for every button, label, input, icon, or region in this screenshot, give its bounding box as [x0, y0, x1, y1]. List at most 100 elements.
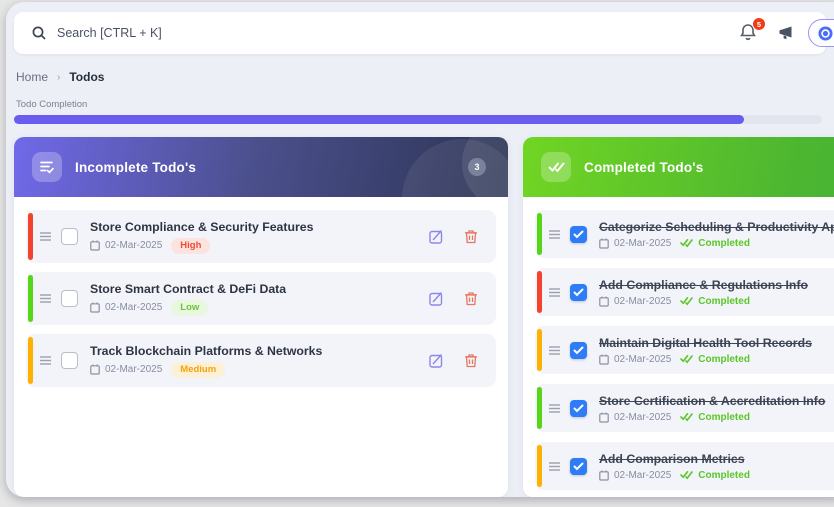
progress-label: Todo Completion — [16, 99, 87, 110]
todo-checkbox-checked[interactable] — [570, 400, 587, 417]
todo-title: Store Smart Contract & DeFi Data — [90, 282, 429, 296]
drag-handle-icon[interactable] — [549, 230, 560, 239]
completed-todos-panel: Completed Todo's Categorize Scheduling &… — [523, 137, 834, 497]
todo-checkbox[interactable] — [61, 352, 78, 369]
todo-date: 02-Mar-2025 — [105, 364, 162, 375]
announcements-button[interactable] — [776, 24, 794, 47]
notifications-button[interactable]: 5 — [738, 22, 760, 44]
incomplete-panel-header: Incomplete Todo's 3 — [14, 137, 508, 197]
priority-badge: Medium — [171, 362, 225, 378]
completed-check-icon — [680, 296, 693, 306]
currency-switcher-button[interactable] — [808, 19, 834, 47]
calendar-icon — [599, 296, 609, 307]
completed-status-label: Completed — [698, 470, 750, 481]
edit-button[interactable] — [429, 229, 444, 244]
todo-progress-fill — [14, 115, 744, 124]
todo-content: Track Blockchain Platforms & Networks 02… — [90, 344, 429, 378]
search-input[interactable]: Search [CTRL + K] — [57, 12, 162, 54]
todo-content: Store Smart Contract & DeFi Data 02-Mar-… — [90, 282, 429, 316]
completed-panel-title: Completed Todo's — [584, 160, 703, 175]
todo-date: 02-Mar-2025 — [614, 238, 671, 249]
breadcrumb: Home › Todos — [16, 70, 104, 84]
todo-checkbox-checked[interactable] — [570, 342, 587, 359]
calendar-icon — [90, 240, 100, 251]
drag-handle-icon[interactable] — [40, 232, 51, 241]
breadcrumb-current: Todos — [69, 70, 104, 84]
drag-handle-icon[interactable] — [40, 294, 51, 303]
drag-handle-icon[interactable] — [549, 346, 560, 355]
todo-checkbox-checked[interactable] — [570, 458, 587, 475]
calendar-icon — [599, 412, 609, 423]
todo-date: 02-Mar-2025 — [614, 354, 671, 365]
completed-panel-header: Completed Todo's — [523, 137, 834, 197]
todo-row: Store Compliance & Security Features 02-… — [26, 210, 496, 263]
calendar-icon — [599, 238, 609, 249]
completed-check-icon — [680, 238, 693, 248]
todo-row: Store Certification & Accreditation Info… — [535, 384, 834, 432]
todo-title: Categorize Scheduling & Productivity App… — [599, 220, 834, 234]
priority-accent-bar — [28, 275, 33, 322]
todo-date: 02-Mar-2025 — [614, 470, 671, 481]
todo-title: Maintain Digital Health Tool Records — [599, 336, 834, 350]
todo-title: Add Compliance & Regulations Info — [599, 278, 834, 292]
drag-handle-icon[interactable] — [549, 288, 560, 297]
completed-status-label: Completed — [698, 412, 750, 423]
drag-handle-icon[interactable] — [40, 356, 51, 365]
todo-row: Categorize Scheduling & Productivity App… — [535, 210, 834, 258]
todo-row: Store Smart Contract & DeFi Data 02-Mar-… — [26, 272, 496, 325]
calendar-icon — [599, 354, 609, 365]
incomplete-count-badge: 3 — [468, 158, 486, 176]
edit-button[interactable] — [429, 353, 444, 368]
todo-content: Categorize Scheduling & Productivity App… — [599, 220, 834, 249]
todo-content: Add Comparison Metrics 02-Mar-2025 Compl… — [599, 452, 834, 481]
todo-title: Track Blockchain Platforms & Networks — [90, 344, 429, 358]
todo-content: Store Compliance & Security Features 02-… — [90, 220, 429, 254]
calendar-icon — [599, 470, 609, 481]
todo-date: 02-Mar-2025 — [614, 412, 671, 423]
completed-check-icon — [680, 470, 693, 480]
double-check-icon — [541, 152, 571, 182]
priority-badge: Low — [171, 300, 208, 316]
delete-button[interactable] — [464, 229, 478, 244]
completed-check-icon — [680, 354, 693, 364]
breadcrumb-home-link[interactable]: Home — [16, 70, 48, 84]
search-icon — [31, 25, 47, 46]
todo-progress-bar — [14, 115, 822, 124]
notification-count-badge: 5 — [752, 17, 766, 31]
delete-button[interactable] — [464, 291, 478, 306]
calendar-icon — [90, 302, 100, 313]
todo-row: Maintain Digital Health Tool Records 02-… — [535, 326, 834, 374]
drag-handle-icon[interactable] — [549, 462, 560, 471]
edit-button[interactable] — [429, 291, 444, 306]
priority-accent-bar — [537, 271, 542, 313]
todo-checkbox-checked[interactable] — [570, 226, 587, 243]
currency-icon — [817, 25, 834, 42]
todo-title: Store Certification & Accreditation Info — [599, 394, 834, 408]
todo-checkbox[interactable] — [61, 228, 78, 245]
incomplete-todos-panel: Incomplete Todo's 3 Store Compliance & S… — [14, 137, 508, 497]
todo-title: Store Compliance & Security Features — [90, 220, 429, 234]
completed-status-label: Completed — [698, 354, 750, 365]
breadcrumb-separator: › — [57, 72, 60, 83]
todo-checkbox[interactable] — [61, 290, 78, 307]
priority-accent-bar — [537, 213, 542, 255]
search-bar[interactable]: Search [CTRL + K] 5 — [14, 12, 826, 54]
delete-button[interactable] — [464, 353, 478, 368]
priority-accent-bar — [537, 387, 542, 429]
todo-content: Maintain Digital Health Tool Records 02-… — [599, 336, 834, 365]
list-check-icon — [32, 152, 62, 182]
todo-checkbox-checked[interactable] — [570, 284, 587, 301]
priority-accent-bar — [28, 337, 33, 384]
drag-handle-icon[interactable] — [549, 404, 560, 413]
todo-row: Track Blockchain Platforms & Networks 02… — [26, 334, 496, 387]
completed-check-icon — [680, 412, 693, 422]
priority-accent-bar — [537, 329, 542, 371]
completed-status-label: Completed — [698, 296, 750, 307]
todo-content: Add Compliance & Regulations Info 02-Mar… — [599, 278, 834, 307]
todo-date: 02-Mar-2025 — [105, 302, 162, 313]
priority-badge: High — [171, 238, 210, 254]
completed-status-label: Completed — [698, 238, 750, 249]
todo-row: Add Comparison Metrics 02-Mar-2025 Compl… — [535, 442, 834, 490]
todo-date: 02-Mar-2025 — [105, 240, 162, 251]
priority-accent-bar — [537, 445, 542, 487]
